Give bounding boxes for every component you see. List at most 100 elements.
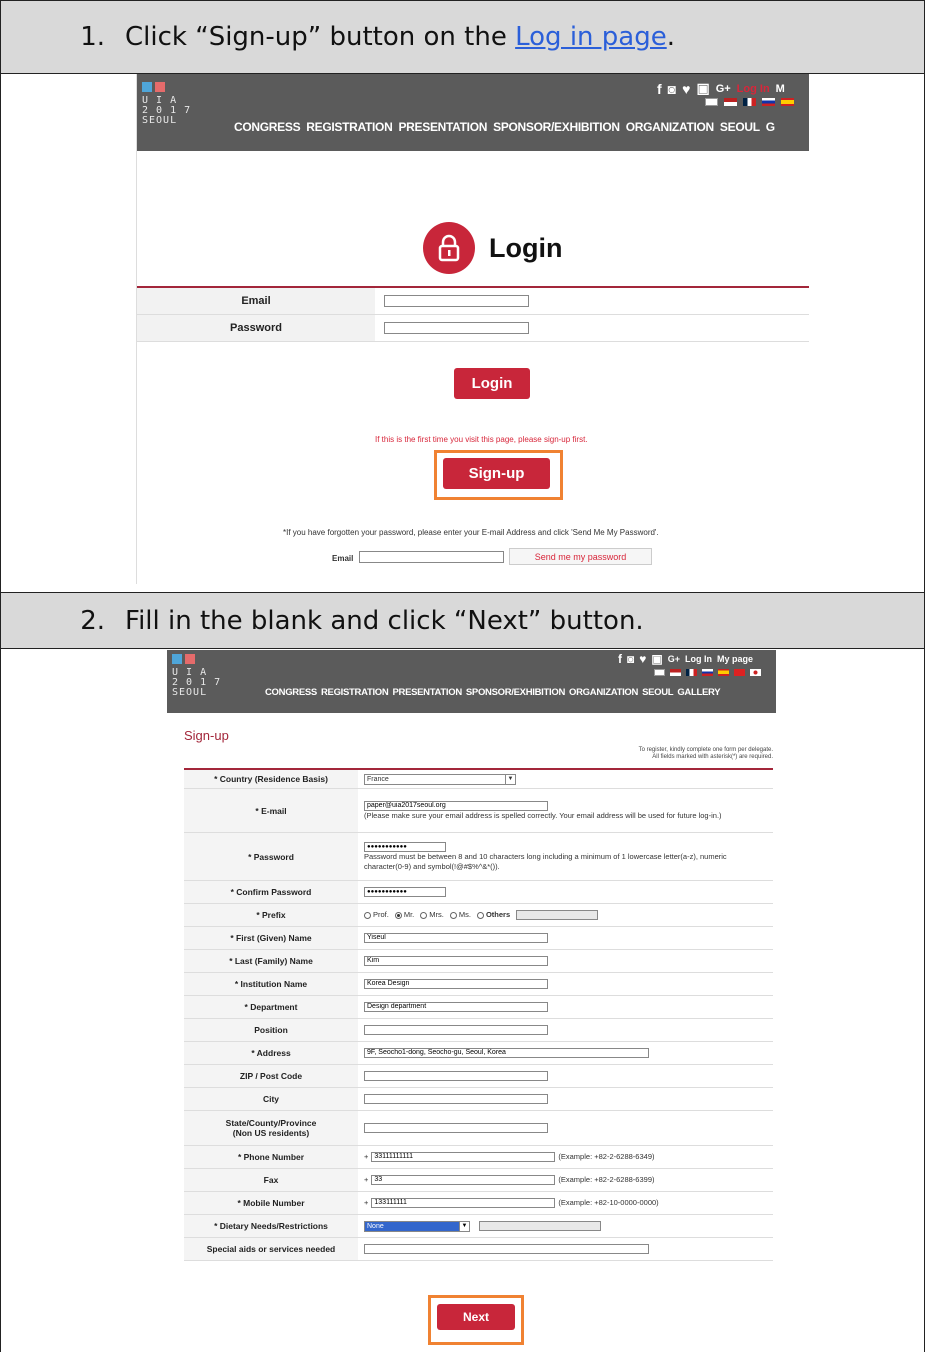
institution-input[interactable]: Korea Design [364,979,548,989]
prefix-mrs-radio[interactable]: Mrs. [420,910,444,920]
field-label: ZIP / Post Code [184,1065,358,1087]
flag-korea-icon[interactable] [705,98,718,106]
fax-example: (Example: +82-2-6288-6399) [558,1175,655,1184]
signup-button[interactable]: Sign-up [443,458,550,489]
flag-japan-icon[interactable] [750,669,761,676]
email-input[interactable]: paper@uia2017seoul.org [364,800,548,811]
flag-spain-icon[interactable] [718,669,729,676]
google-plus-icon[interactable]: G+ [716,83,731,95]
field-label: * Institution Name [184,973,358,995]
field-label: * Confirm Password [184,881,358,903]
phone-plus: + [364,1152,369,1161]
instagram-icon[interactable]: ◙ [668,81,676,97]
header-login-link[interactable]: Log In [685,654,712,664]
social-links: f ◙ ♥ ▣ G+ Log In M [657,80,785,97]
header-login-link[interactable]: Log In [737,83,770,95]
nav-congress[interactable]: CONGRESS [234,120,301,134]
flag-russia-icon[interactable] [762,98,775,106]
nav-registration[interactable]: REGISTRATION [321,687,389,698]
mobile-input[interactable]: 133111111 [371,1198,556,1208]
nav-congress[interactable]: CONGRESS [265,687,317,698]
flag-china-icon[interactable] [734,669,745,676]
login-heading: Login [423,222,562,274]
dietary-row: * Dietary Needs/Restrictions None ▼ [184,1215,773,1238]
phone-row: * Phone Number + 33111111111 (Example: +… [184,1146,773,1169]
prefix-ms-radio[interactable]: Ms. [449,910,471,920]
facebook-icon[interactable]: f [618,652,622,666]
flag-france-icon[interactable] [743,98,756,106]
flag-korea-icon[interactable] [654,669,665,676]
nav-organization[interactable]: ORGANIZATION [569,687,638,698]
fax-row: Fax + 33 (Example: +82-2-6288-6399) [184,1169,773,1192]
chevron-down-icon: ▼ [459,1221,469,1231]
step-text: Click “Sign-up” button on the Log in pag… [125,22,675,52]
flag-spain-icon[interactable] [781,98,794,106]
dietary-other-input[interactable] [479,1221,601,1231]
next-button[interactable]: Next [437,1304,515,1330]
email-help: (Please make sure your email address is … [364,810,722,820]
nav-seoul[interactable]: SEOUL [720,120,760,134]
state-input[interactable] [364,1123,548,1133]
nav-seoul[interactable]: SEOUL [642,687,674,698]
twitter-icon[interactable]: ♥ [639,652,646,666]
flag-russia-icon[interactable] [702,669,713,676]
institution-row: * Institution Name Korea Design [184,973,773,996]
prefix-prof-radio[interactable]: Prof. [364,910,389,920]
password-input[interactable] [384,322,529,334]
page-title: Sign-up [184,728,229,743]
forgot-email-input[interactable] [359,551,504,563]
youtube-icon[interactable]: ▣ [696,80,709,97]
special-aids-input[interactable] [364,1244,649,1254]
confirm-password-input[interactable]: ●●●●●●●●●●● [364,887,446,897]
city-input[interactable] [364,1094,548,1104]
forgot-password-note: *If you have forgotten your password, pl… [283,528,659,537]
flag-us-icon[interactable] [670,669,681,676]
field-label: Position [184,1019,358,1041]
header-mypage-link[interactable]: My page [717,654,753,664]
zip-input[interactable] [364,1071,548,1081]
facebook-icon[interactable]: f [657,81,662,97]
google-plus-icon[interactable]: G+ [668,654,680,664]
fax-input[interactable]: 33 [371,1175,556,1185]
first-name-input[interactable]: Yiseul [364,933,548,943]
nav-presentation[interactable]: PRESENTATION [398,120,487,134]
form-instructions: To register, kindly complete one form pe… [638,747,773,760]
language-flags [654,669,761,676]
nav-gallery[interactable]: GALLERY [677,687,720,698]
nav-sponsor-exhibition[interactable]: SPONSOR/EXHIBITION [466,687,565,698]
nav-gallery[interactable]: G [766,120,775,134]
main-nav: CONGRESS REGISTRATION PRESENTATION SPONS… [234,120,775,134]
prefix-mr-radio[interactable]: Mr. [394,910,414,920]
email-input[interactable] [384,295,529,307]
phone-input[interactable]: 33111111111 [371,1152,556,1162]
field-label: * Phone Number [184,1146,358,1168]
prefix-others-radio[interactable]: Others [476,910,510,920]
nav-organization[interactable]: ORGANIZATION [626,120,714,134]
login-page-link[interactable]: Log in page [515,22,667,52]
flag-france-icon[interactable] [686,669,697,676]
youtube-icon[interactable]: ▣ [651,652,662,666]
nav-sponsor-exhibition[interactable]: SPONSOR/EXHIBITION [493,120,620,134]
instagram-icon[interactable]: ◙ [627,652,634,666]
nav-presentation[interactable]: PRESENTATION [392,687,462,698]
department-input[interactable]: Design department [364,1002,548,1012]
uia-logo: U I A 2 0 1 7 SEOUL [172,654,221,698]
last-name-input[interactable]: Kim [364,956,548,966]
zip-row: ZIP / Post Code [184,1065,773,1088]
uia-logo: U I A 2 0 1 7 SEOUL [142,82,191,126]
mobile-example: (Example: +82-10-0000-0000) [558,1198,659,1207]
nav-registration[interactable]: REGISTRATION [306,120,392,134]
prefix-others-input[interactable] [516,910,599,920]
send-password-button[interactable]: Send me my password [509,548,652,565]
dietary-select[interactable]: None ▼ [364,1220,470,1232]
address-input[interactable]: 9F, Seocho1-dong, Seocho-gu, Seoul, Kore… [364,1048,649,1058]
confirm-password-row: * Confirm Password ●●●●●●●●●●● [184,881,773,904]
flag-us-icon[interactable] [724,98,737,106]
fax-plus: + [364,1175,369,1184]
header-mypage-link[interactable]: M [776,83,785,95]
login-button[interactable]: Login [454,368,530,399]
twitter-icon[interactable]: ♥ [682,81,690,97]
password-input[interactable]: ●●●●●●●●●●● [364,841,446,852]
country-select[interactable]: France ▼ [364,773,516,785]
position-input[interactable] [364,1025,548,1035]
